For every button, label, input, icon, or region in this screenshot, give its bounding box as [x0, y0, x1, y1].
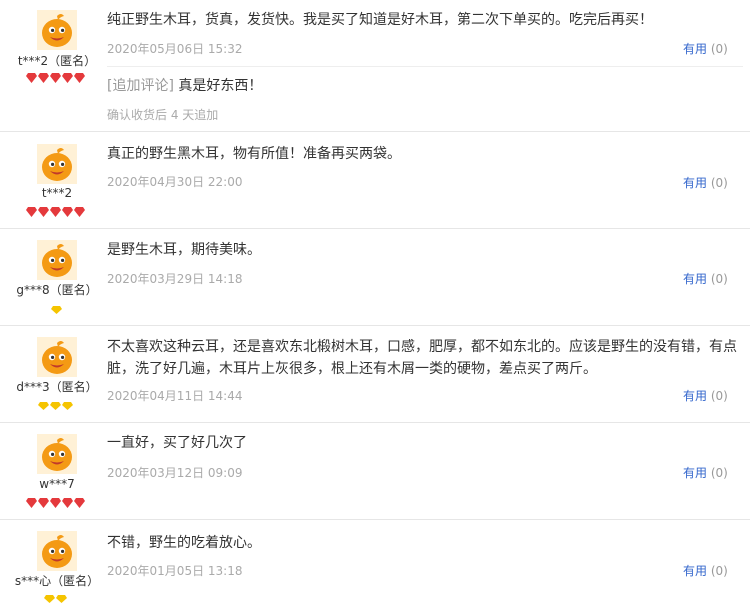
username: t***2（匿名）	[17, 54, 97, 68]
avatar[interactable]	[37, 337, 77, 377]
review-item: s***心（匿名） 不错，野生的吃着放心。 2020年01月05日 13:18 …	[0, 520, 750, 612]
review-content: 真正的野生黑木耳，物有所值！准备再买两袋。	[107, 146, 401, 162]
member-rank-icons	[26, 207, 86, 217]
yellow-diamond-icon	[44, 595, 55, 603]
useful-button[interactable]: 有用	[683, 272, 707, 286]
red-gem-icon	[38, 207, 49, 217]
username: g***8（匿名）	[16, 283, 98, 297]
yellow-diamond-icon	[51, 306, 62, 314]
useful-button[interactable]: 有用	[683, 466, 707, 480]
member-rank-icons	[26, 498, 86, 508]
avatar[interactable]	[37, 531, 77, 571]
review-content: 是野生木耳，期待美味。	[107, 242, 261, 258]
username: s***心（匿名）	[14, 574, 100, 588]
red-gem-icon	[62, 73, 73, 83]
red-gem-icon	[62, 207, 73, 217]
review-content: 一直好，买了好几次了	[107, 435, 247, 451]
useful-button[interactable]: 有用	[683, 564, 707, 578]
red-gem-icon	[26, 498, 37, 508]
review-date: 2020年03月12日 09:09	[107, 466, 243, 480]
append-tag: [追加评论]	[107, 78, 174, 94]
useful-vote[interactable]: 有用 (0)	[683, 389, 728, 403]
red-gem-icon	[38, 73, 49, 83]
review-date: 2020年01月05日 13:18	[107, 564, 243, 578]
review-item: t***2（匿名） 纯正野生木耳，货真，发货快。我是买了知道是好木耳，第二次下单…	[0, 0, 750, 131]
review-item: d***3（匿名） 不太喜欢这种云耳，还是喜欢东北椴树木耳，口感，肥厚，都不如东…	[0, 326, 750, 422]
yellow-diamond-icon	[38, 402, 49, 410]
review-content: 纯正野生木耳，货真，发货快。我是买了知道是好木耳，第二次下单买的。吃完后再买！	[107, 12, 653, 28]
useful-button[interactable]: 有用	[683, 389, 707, 403]
append-comment: [追加评论] 真是好东西！	[107, 75, 743, 97]
red-gem-icon	[50, 73, 61, 83]
useful-vote[interactable]: 有用 (0)	[683, 42, 728, 56]
review-item: w***7 一直好，买了好几次了 2020年03月12日 09:09 有用 (0…	[0, 423, 750, 519]
review-date: 2020年03月29日 14:18	[107, 272, 243, 286]
review-content: 不错，野生的吃着放心。	[107, 535, 261, 551]
member-rank-icons	[26, 73, 86, 83]
append-divider	[107, 66, 743, 67]
red-gem-icon	[74, 207, 85, 217]
avatar[interactable]	[37, 240, 77, 280]
review-date: 2020年05月06日 15:32	[107, 42, 243, 56]
username: w***7	[39, 477, 75, 491]
useful-button[interactable]: 有用	[683, 42, 707, 56]
append-meta: 确认收货后 4 天追加	[107, 108, 219, 122]
useful-count: (0)	[710, 389, 728, 403]
username: t***2	[41, 186, 73, 200]
yellow-diamond-icon	[56, 595, 67, 603]
review-date: 2020年04月11日 14:44	[107, 389, 243, 403]
member-rank-icons	[51, 305, 63, 315]
red-gem-icon	[50, 207, 61, 217]
red-gem-icon	[62, 498, 73, 508]
useful-count: (0)	[710, 176, 728, 190]
useful-count: (0)	[710, 42, 728, 56]
yellow-diamond-icon	[62, 402, 73, 410]
red-gem-icon	[38, 498, 49, 508]
review-item: g***8（匿名） 是野生木耳，期待美味。 2020年03月29日 14:18 …	[0, 229, 750, 325]
yellow-diamond-icon	[50, 402, 61, 410]
red-gem-icon	[74, 498, 85, 508]
append-text: 真是好东西！	[178, 78, 263, 94]
review-date: 2020年04月30日 22:00	[107, 175, 243, 189]
useful-count: (0)	[710, 272, 728, 286]
red-gem-icon	[26, 207, 37, 217]
avatar[interactable]	[37, 10, 77, 50]
useful-count: (0)	[710, 466, 728, 480]
useful-vote[interactable]: 有用 (0)	[683, 564, 728, 578]
review-item: t***2 真正的野生黑木耳，物有所值！准备再买两袋。 2020年04月30日 …	[0, 132, 750, 228]
red-gem-icon	[74, 73, 85, 83]
review-content: 不太喜欢这种云耳，还是喜欢东北椴树木耳，口感，肥厚，都不如东北的。应该是野生的没…	[107, 339, 737, 377]
member-rank-icons	[38, 401, 74, 411]
useful-count: (0)	[710, 564, 728, 578]
member-rank-icons	[44, 594, 68, 604]
useful-vote[interactable]: 有用 (0)	[683, 176, 728, 190]
avatar[interactable]	[37, 144, 77, 184]
red-gem-icon	[26, 73, 37, 83]
username: d***3（匿名）	[16, 380, 98, 394]
useful-vote[interactable]: 有用 (0)	[683, 466, 728, 480]
useful-vote[interactable]: 有用 (0)	[683, 272, 728, 286]
red-gem-icon	[50, 498, 61, 508]
avatar[interactable]	[37, 434, 77, 474]
useful-button[interactable]: 有用	[683, 176, 707, 190]
